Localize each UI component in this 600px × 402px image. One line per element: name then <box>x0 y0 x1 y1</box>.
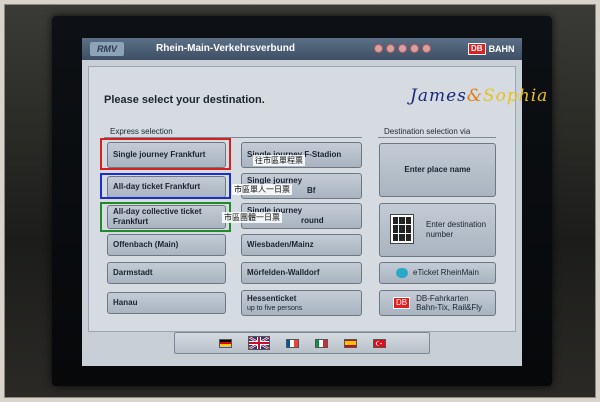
hanau-button[interactable]: Hanau <box>107 292 226 314</box>
button-label: eTicket RheinMain <box>413 268 479 277</box>
all-day-ticket-frankfurt-button[interactable]: All-day ticket Frankfurt <box>107 176 226 198</box>
french-flag-icon[interactable] <box>285 338 299 348</box>
moerfelden-walldorf-button[interactable]: Mörfelden-Walldorf <box>241 262 362 284</box>
eticket-rheinmain-button[interactable]: eTicket RheinMain <box>379 262 496 284</box>
wiesbaden-mainz-button[interactable]: Wiesbaden/Mainz <box>241 234 362 256</box>
button-label: All-day ticket Frankfurt <box>113 182 201 191</box>
german-flag-icon[interactable] <box>218 338 232 348</box>
annotation-all-day: 市區單人一日票 <box>232 184 292 195</box>
uk-flag-icon[interactable] <box>247 336 270 350</box>
turkish-flag-icon[interactable] <box>372 338 386 348</box>
italian-flag-icon[interactable] <box>314 338 328 348</box>
button-label: Mörfelden-Walldorf <box>247 268 320 277</box>
button-label: All-day collective ticket Frankfurt <box>113 207 202 226</box>
offenbach-button[interactable]: Offenbach (Main) <box>107 234 226 256</box>
page-title: Please select your destination. <box>104 94 265 106</box>
button-label: Hessenticket <box>247 293 297 303</box>
status-badge-icon <box>398 44 407 53</box>
watermark-text: & <box>466 86 483 106</box>
button-label: Darmstadt <box>113 268 153 277</box>
button-label: Hanau <box>113 298 138 307</box>
db-bahn-text: BAHN <box>488 44 515 54</box>
language-selector <box>174 332 430 354</box>
db-logo-icon: DB <box>392 297 411 309</box>
status-badge-icon <box>374 44 383 53</box>
db-logo-icon: DB <box>468 43 486 55</box>
status-badge-icon <box>386 44 395 53</box>
spanish-flag-icon[interactable] <box>343 338 357 348</box>
enter-destination-number-button[interactable]: Enter destination number <box>379 203 496 257</box>
db-bahn-logo: DB BAHN <box>468 43 515 55</box>
watermark-signature: James&Sophia <box>410 86 548 106</box>
express-selection-label: Express selection <box>110 127 173 136</box>
hessenticket-button[interactable]: Hessenticket up to five persons <box>241 290 362 316</box>
header-title: Rhein-Main-Verkehrsverbund <box>156 43 295 54</box>
annotation-group: 市區團體一日票 <box>222 212 282 223</box>
watermark-text: James <box>410 86 467 106</box>
button-label: Offenbach (Main) <box>113 240 179 249</box>
destination-selection-label: Destination selection via <box>384 127 471 136</box>
annotation-single-journey: 往市區單程票 <box>253 155 305 166</box>
button-label: Single journey Frankfurt <box>113 150 206 159</box>
button-label: Enter place name <box>404 165 471 174</box>
status-badges <box>374 44 431 53</box>
divider <box>378 137 496 138</box>
divider <box>104 137 362 138</box>
rmv-logo: RMV <box>90 42 124 56</box>
eticket-icon <box>396 268 409 278</box>
button-sublabel: Bahn-Tix, Rail&Fly <box>416 303 483 312</box>
all-day-collective-ticket-button[interactable]: All-day collective ticket Frankfurt <box>107 205 226 229</box>
single-journey-frankfurt-button[interactable]: Single journey Frankfurt <box>107 142 226 168</box>
status-badge-icon <box>422 44 431 53</box>
button-label: Wiesbaden/Mainz <box>247 240 314 249</box>
watermark-text: Sophia <box>483 86 549 106</box>
button-label: Enter destination number <box>426 220 487 239</box>
keypad-icon <box>390 214 414 244</box>
db-fahrkarten-button[interactable]: DB DB-Fahrkarten Bahn-Tix, Rail&Fly <box>379 290 496 316</box>
header-bar: RMV Rhein-Main-Verkehrsverbund DB BAHN <box>82 38 522 60</box>
status-badge-icon <box>410 44 419 53</box>
enter-place-name-button[interactable]: Enter place name <box>379 143 496 197</box>
darmstadt-button[interactable]: Darmstadt <box>107 262 226 284</box>
button-label: DB-Fahrkarten <box>416 294 469 303</box>
button-sublabel: up to five persons <box>247 304 303 312</box>
